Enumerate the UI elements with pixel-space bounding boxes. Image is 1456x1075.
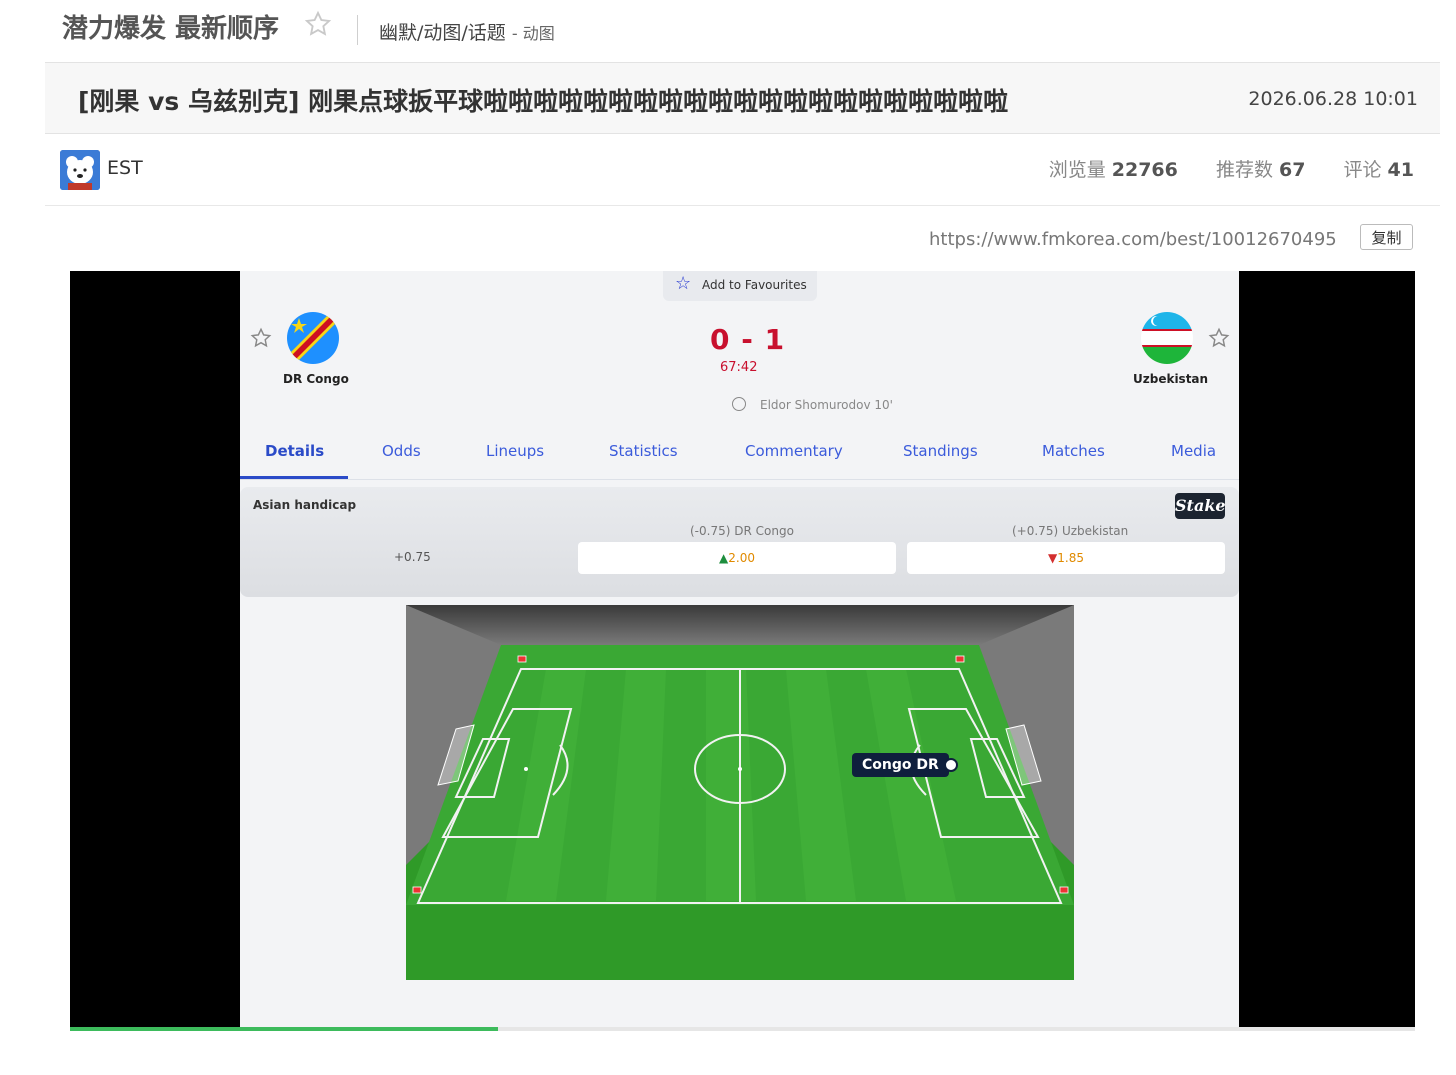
breadcrumb-sub[interactable]: - 动图 (512, 24, 555, 43)
favourite-star-icon[interactable] (1208, 327, 1230, 349)
divider (45, 205, 1440, 206)
away-team-name[interactable]: Uzbekistan (1133, 372, 1208, 386)
views-label: 浏览量 (1048, 159, 1106, 181)
bear-avatar-icon (60, 150, 100, 190)
home-odd-button[interactable]: ▲2.00 (578, 542, 896, 574)
author-name[interactable]: EST (107, 157, 143, 179)
tab-details[interactable]: Details (265, 442, 324, 460)
away-odd-header: (+0.75) Uzbekistan (1012, 524, 1129, 538)
dr-congo-flag-icon (287, 312, 339, 364)
odds-title: Asian handicap (253, 498, 357, 512)
video-player[interactable]: ☆ Add to Favourites DR Congo 0 - 1 67:42… (70, 271, 1415, 1027)
comments-count: 41 (1387, 159, 1414, 181)
add-to-favourites-button[interactable]: ☆ Add to Favourites (663, 271, 817, 301)
arrow-down-icon: ▼ (1048, 551, 1058, 565)
goal-ball-icon (732, 397, 746, 411)
recommend-count: 67 (1278, 159, 1306, 181)
recommend-label: 推荐数 (1215, 159, 1273, 181)
star-icon[interactable] (304, 10, 332, 38)
pitch-graphic (406, 605, 1074, 980)
attacking-team-tag: Congo DR (852, 753, 949, 777)
breadcrumb: 幽默/动图/话题 - 动图 (379, 18, 555, 45)
goal-scorer: Eldor Shomurodov 10' (760, 398, 893, 412)
tab-lineups[interactable]: Lineups (486, 442, 544, 460)
tab-statistics[interactable]: Statistics (609, 442, 678, 460)
home-odd-value: 2.00 (728, 551, 755, 565)
post-title: [刚果 vs 乌兹别克] 刚果点球扳平球啦啦啦啦啦啦啦啦啦啦啦啦啦啦啦啦啦啦啦啦… (78, 87, 1009, 116)
header-divider (357, 15, 358, 45)
ball-icon (944, 758, 958, 772)
post-url[interactable]: https://www.fmkorea.com/best/10012670495 (929, 229, 1337, 250)
tab-media[interactable]: Media (1171, 442, 1216, 460)
video-progress-bar[interactable] (70, 1027, 1415, 1031)
avatar[interactable] (60, 150, 100, 190)
tab-divider (240, 479, 1239, 480)
home-team-name[interactable]: DR Congo (283, 372, 349, 386)
uzbekistan-flag-icon (1141, 312, 1193, 364)
post-stats: 浏览量 22766 推荐数 67 评论 41 (1049, 155, 1414, 182)
stake-logo[interactable]: Stake (1175, 493, 1226, 519)
odds-panel: Asian handicap Stake +0.75 (-0.75) DR Co… (240, 487, 1239, 597)
active-tab-indicator (240, 476, 348, 479)
views-count: 22766 (1111, 159, 1178, 181)
away-odd-button[interactable]: ▼1.85 (907, 542, 1225, 574)
tab-odds[interactable]: Odds (382, 442, 421, 460)
comments-label: 评论 (1343, 159, 1382, 181)
tab-matches[interactable]: Matches (1042, 442, 1105, 460)
video-progress-fill (70, 1027, 498, 1031)
home-odd-header: (-0.75) DR Congo (690, 524, 794, 538)
video-frame: ☆ Add to Favourites DR Congo 0 - 1 67:42… (240, 271, 1239, 1027)
board-title[interactable]: 潜力爆发 最新顺序 (62, 8, 279, 45)
copy-url-button[interactable]: 复制 (1360, 224, 1413, 250)
match-score: 0 - 1 (710, 323, 786, 356)
star-icon: ☆ (675, 273, 692, 294)
arrow-up-icon: ▲ (719, 551, 729, 565)
favourite-star-icon[interactable] (250, 327, 272, 349)
match-tracker-pitch (406, 605, 1074, 980)
tab-standings[interactable]: Standings (903, 442, 978, 460)
match-clock: 67:42 (720, 360, 758, 375)
away-odd-value: 1.85 (1057, 551, 1084, 565)
tab-commentary[interactable]: Commentary (745, 442, 843, 460)
handicap-line: +0.75 (394, 550, 431, 564)
breadcrumb-path[interactable]: 幽默/动图/话题 (379, 22, 506, 44)
post-date: 2026.06.28 10:01 (1248, 88, 1418, 110)
